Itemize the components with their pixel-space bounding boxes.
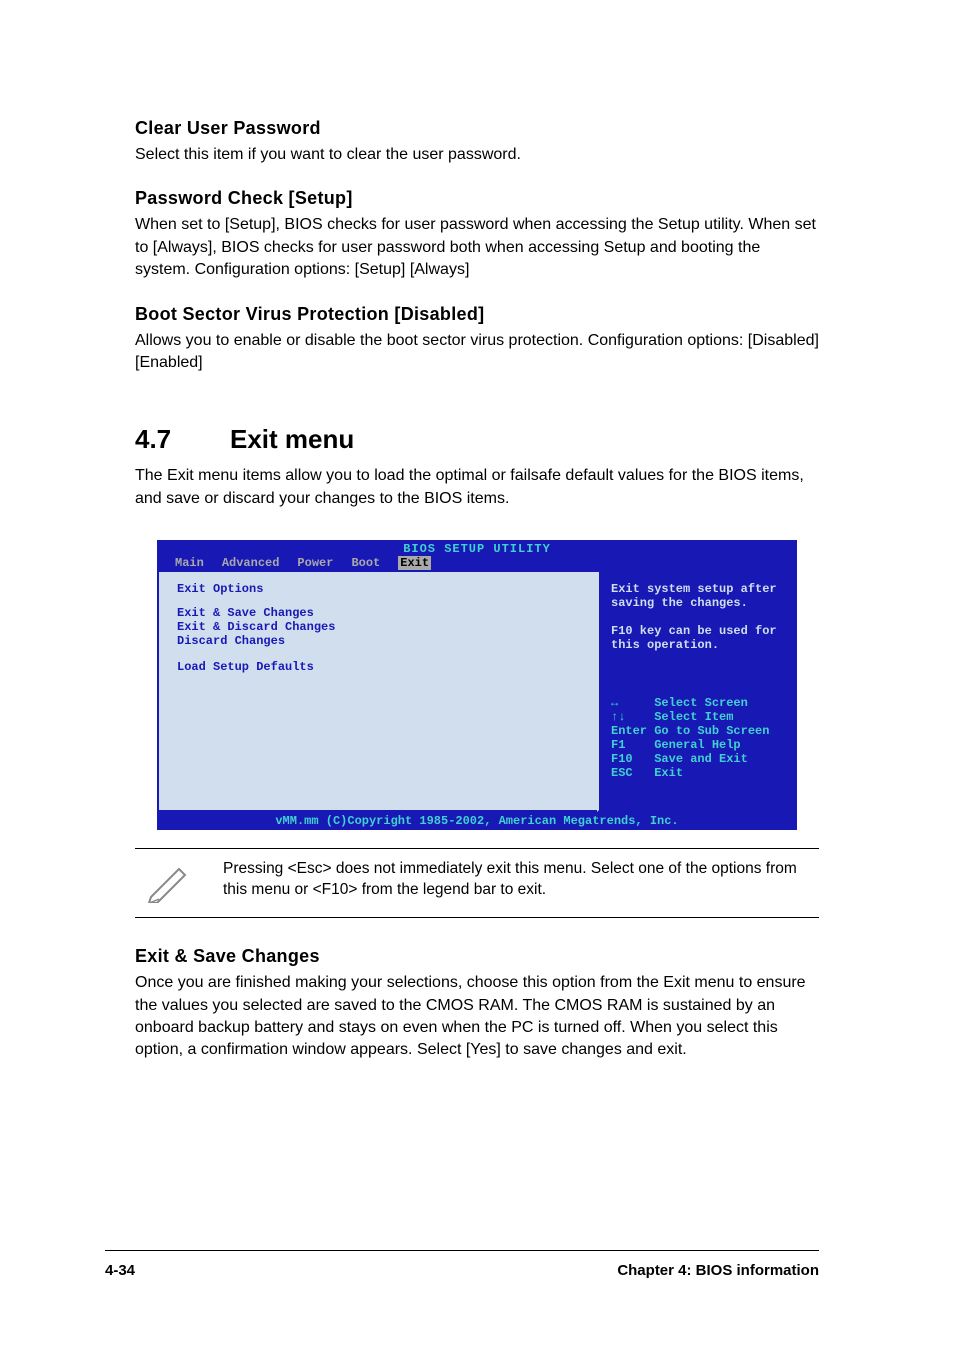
body-clear-user-password: Select this item if you want to clear th… [135,144,819,166]
heading-exit-menu: 4.7Exit menu [135,424,819,455]
bios-right-pane: Exit system setup after saving the chang… [597,572,797,812]
exit-menu-intro: The Exit menu items allow you to load th… [135,465,819,510]
section-title: Exit menu [230,424,354,454]
bios-copyright-footer: vMM.mm (C)Copyright 1985-2002, American … [157,812,797,830]
bios-exit-options-heading: Exit Options [177,582,579,596]
footer-rule [105,1250,819,1251]
bios-opt-discard: Discard Changes [177,634,579,648]
heading-exit-save-changes: Exit & Save Changes [135,946,819,967]
bios-opt-exit-save: Exit & Save Changes [177,606,579,620]
bios-help-text: Exit system setup after saving the chang… [611,582,783,652]
bios-opt-exit-discard: Exit & Discard Changes [177,620,579,634]
bios-screenshot: BIOS SETUP UTILITY Main Advanced Power B… [157,540,797,830]
heading-clear-user-password: Clear User Password [135,118,819,139]
page-number: 4-34 [105,1262,135,1279]
bios-tab-exit: Exit [398,556,431,570]
bios-tab-advanced: Advanced [222,556,280,570]
heading-password-check: Password Check [Setup] [135,188,819,209]
bios-title: BIOS SETUP UTILITY [157,540,797,556]
bios-left-pane: Exit Options Exit & Save Changes Exit & … [157,572,597,812]
bios-opt-load-defaults: Load Setup Defaults [177,660,579,674]
body-exit-save-changes: Once you are finished making your select… [135,972,819,1062]
bios-tabbar: Main Advanced Power Boot Exit [157,556,797,572]
section-number: 4.7 [135,424,230,455]
heading-boot-sector: Boot Sector Virus Protection [Disabled] [135,304,819,325]
body-password-check: When set to [Setup], BIOS checks for use… [135,214,819,281]
body-boot-sector: Allows you to enable or disable the boot… [135,330,819,375]
note-text: Pressing <Esc> does not immediately exit… [223,859,819,901]
chapter-label: Chapter 4: BIOS information [617,1262,819,1279]
bios-tab-main: Main [175,556,204,570]
bios-tab-power: Power [297,556,333,570]
page-footer: 4-34 Chapter 4: BIOS information [105,1262,819,1279]
bios-tab-boot: Boot [351,556,380,570]
pencil-icon [145,861,193,903]
note-block: Pressing <Esc> does not immediately exit… [135,848,819,918]
bios-nav-legend: ↔ Select Screen ↑↓ Select Item Enter Go … [611,696,783,780]
